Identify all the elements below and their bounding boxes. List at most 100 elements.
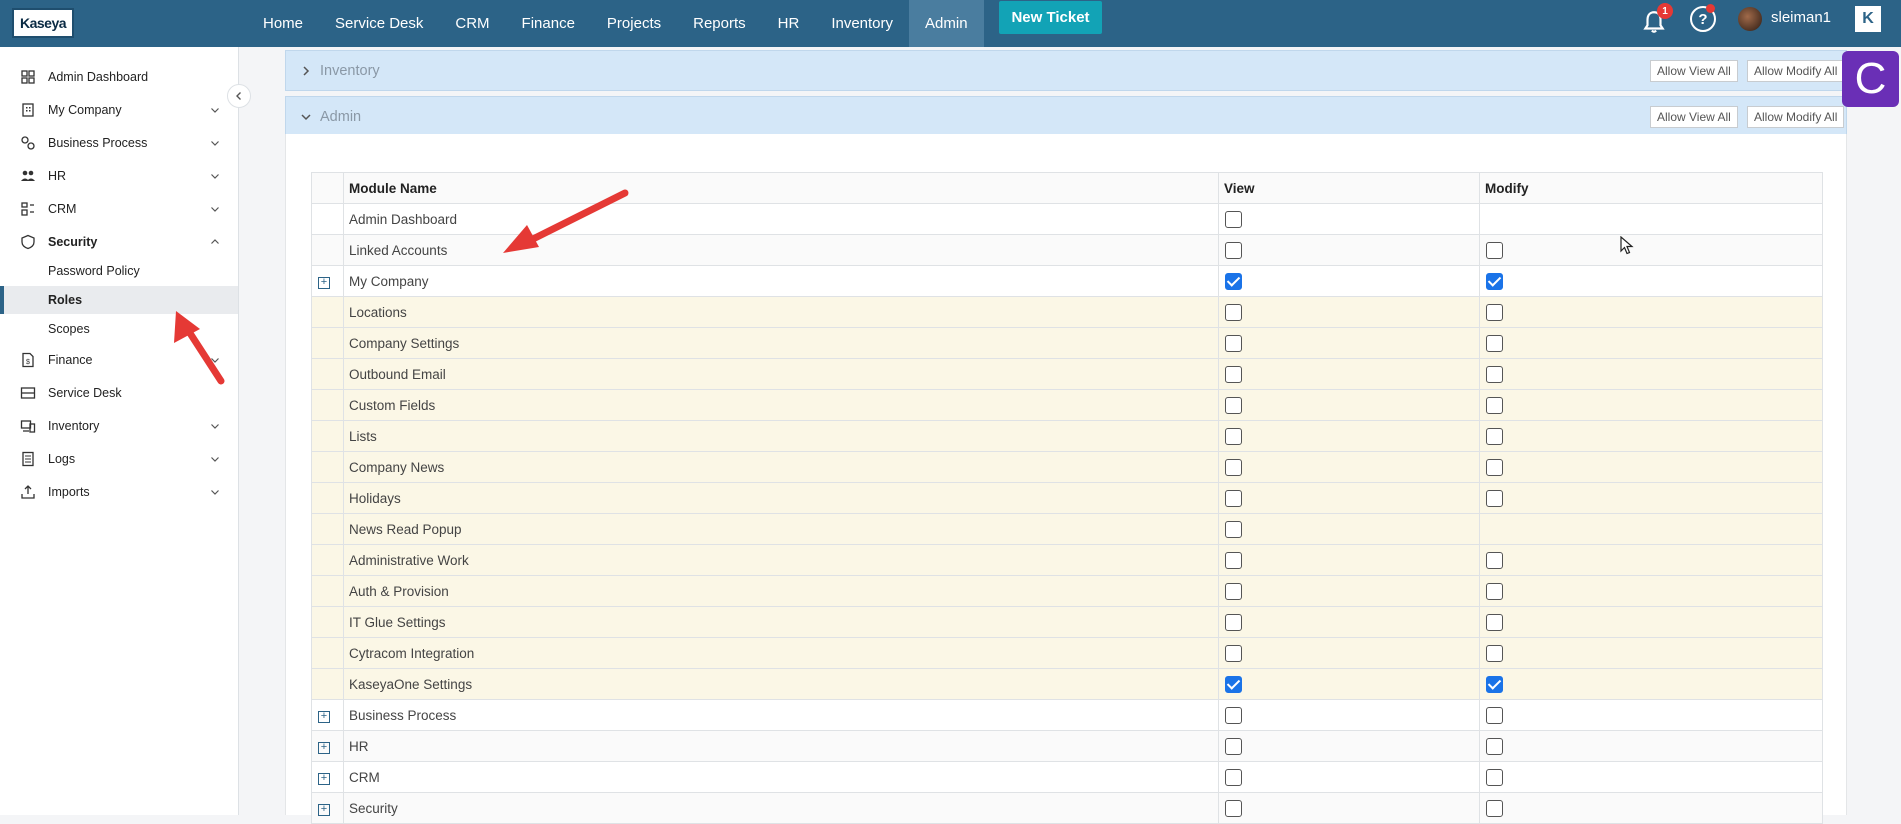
nav-item-home[interactable]: Home (247, 0, 319, 47)
nav-item-reports[interactable]: Reports (677, 0, 762, 47)
checkbox[interactable] (1486, 365, 1503, 383)
allow-modify-all-button[interactable]: Allow Modify All (1747, 106, 1845, 128)
view-cell (1218, 575, 1480, 607)
sidebar-subitem-scopes[interactable]: Scopes (0, 315, 238, 343)
allow-modify-all-button[interactable]: Allow Modify All (1747, 60, 1845, 82)
sidebar-item-imports[interactable]: Imports (0, 478, 238, 506)
checkbox-checked[interactable] (1225, 675, 1242, 693)
chevron-up-icon (211, 239, 219, 244)
checkbox-checked[interactable] (1225, 272, 1242, 290)
finance-icon: $ (22, 352, 34, 368)
sidebar-item-service-desk[interactable]: Service Desk (0, 379, 238, 407)
expand-plus-icon[interactable]: + (318, 710, 330, 723)
column-header-modify: Modify (1479, 172, 1823, 204)
table-row: IT Glue Settings (311, 606, 1823, 638)
module-name-cell: Company News (343, 451, 1219, 483)
checkbox[interactable] (1225, 334, 1242, 352)
collapse-sidebar-button[interactable] (227, 84, 251, 108)
checkbox[interactable] (1225, 427, 1242, 445)
checkbox[interactable] (1486, 613, 1503, 631)
table-row: Auth & Provision (311, 575, 1823, 607)
sidebar-item-inventory[interactable]: Inventory (0, 412, 238, 440)
kaseya-logo[interactable]: Kaseya (12, 8, 74, 38)
chevron-down-icon (211, 424, 219, 429)
kaseya-one-icon[interactable]: K (1855, 6, 1881, 32)
expand-plus-icon[interactable]: + (318, 803, 330, 816)
checkbox[interactable] (1225, 489, 1242, 507)
checkbox[interactable] (1486, 799, 1503, 817)
sidebar-item-my-company[interactable]: My Company (0, 96, 238, 124)
table-row: Admin Dashboard (311, 203, 1823, 235)
checkbox[interactable] (1486, 334, 1503, 352)
checkbox-checked[interactable] (1486, 272, 1503, 290)
checkbox[interactable] (1486, 706, 1503, 724)
checkbox[interactable] (1486, 241, 1503, 259)
sidebar-subitem-password-policy[interactable]: Password Policy (0, 257, 238, 285)
checkbox[interactable] (1225, 241, 1242, 259)
sidebar-item-label: Admin Dashboard (48, 70, 149, 84)
view-cell (1218, 358, 1480, 390)
view-cell (1218, 265, 1480, 297)
checkbox[interactable] (1486, 644, 1503, 662)
sidebar-item-admin-dashboard[interactable]: Admin Dashboard (0, 63, 238, 91)
view-cell (1218, 761, 1480, 793)
checkbox[interactable] (1225, 644, 1242, 662)
inventory-section-header[interactable]: Inventory Allow View All Allow Modify Al… (285, 50, 1847, 91)
expand-plus-icon[interactable]: + (318, 772, 330, 785)
checkbox[interactable] (1225, 365, 1242, 383)
nav-item-hr[interactable]: HR (762, 0, 816, 47)
checkbox[interactable] (1486, 303, 1503, 321)
checkbox[interactable] (1486, 551, 1503, 569)
module-name-cell: Company Settings (343, 327, 1219, 359)
checkbox[interactable] (1486, 768, 1503, 786)
admin-section-header[interactable]: Admin Allow View All Allow Modify All (285, 96, 1847, 137)
expander-cell (311, 544, 344, 576)
expand-plus-icon[interactable]: + (318, 741, 330, 754)
checkbox[interactable] (1225, 396, 1242, 414)
checkbox[interactable] (1225, 768, 1242, 786)
allow-view-all-button[interactable]: Allow View All (1650, 60, 1738, 82)
checkbox[interactable] (1225, 551, 1242, 569)
sidebar-item-finance[interactable]: $ Finance (0, 346, 238, 374)
checkbox[interactable] (1225, 582, 1242, 600)
nav-item-crm[interactable]: CRM (439, 0, 505, 47)
sidebar-item-logs[interactable]: Logs (0, 445, 238, 473)
c-app-badge[interactable]: C (1842, 51, 1899, 107)
checkbox[interactable] (1486, 582, 1503, 600)
section-title: Inventory (320, 62, 380, 79)
checkbox[interactable] (1225, 706, 1242, 724)
new-ticket-button[interactable]: New Ticket (999, 1, 1102, 34)
checkbox[interactable] (1486, 396, 1503, 414)
checkbox[interactable] (1225, 520, 1242, 538)
nav-item-projects[interactable]: Projects (591, 0, 677, 47)
checkbox[interactable] (1486, 489, 1503, 507)
allow-view-all-button[interactable]: Allow View All (1650, 106, 1738, 128)
checkbox[interactable] (1486, 737, 1503, 755)
checkbox[interactable] (1486, 458, 1503, 476)
table-row: + Security (311, 792, 1823, 824)
main-nav: Home Service Desk CRM Finance Projects Report… (247, 0, 984, 47)
sidebar-item-security[interactable]: Security (0, 228, 238, 256)
nav-item-admin[interactable]: Admin (909, 0, 984, 47)
checkbox[interactable] (1486, 427, 1503, 445)
avatar[interactable] (1738, 7, 1762, 31)
checkbox[interactable] (1225, 737, 1242, 755)
checkbox-checked[interactable] (1486, 675, 1503, 693)
modify-cell (1479, 730, 1823, 762)
expand-plus-icon[interactable]: + (318, 276, 330, 289)
username[interactable]: sleiman1 (1771, 9, 1831, 26)
checkbox[interactable] (1225, 458, 1242, 476)
nav-item-service-desk[interactable]: Service Desk (319, 0, 439, 47)
sidebar-subitem-roles[interactable]: Roles (0, 286, 238, 314)
modify-cell (1479, 358, 1823, 390)
sidebar-item-business-process[interactable]: Business Process (0, 129, 238, 157)
checkbox[interactable] (1225, 303, 1242, 321)
nav-item-inventory[interactable]: Inventory (815, 0, 909, 47)
checkbox[interactable] (1225, 210, 1242, 228)
nav-item-finance[interactable]: Finance (506, 0, 591, 47)
sidebar-item-crm[interactable]: CRM (0, 195, 238, 223)
checkbox[interactable] (1225, 613, 1242, 631)
table-row: Outbound Email (311, 358, 1823, 390)
checkbox[interactable] (1225, 799, 1242, 817)
sidebar-item-hr[interactable]: HR (0, 162, 238, 190)
